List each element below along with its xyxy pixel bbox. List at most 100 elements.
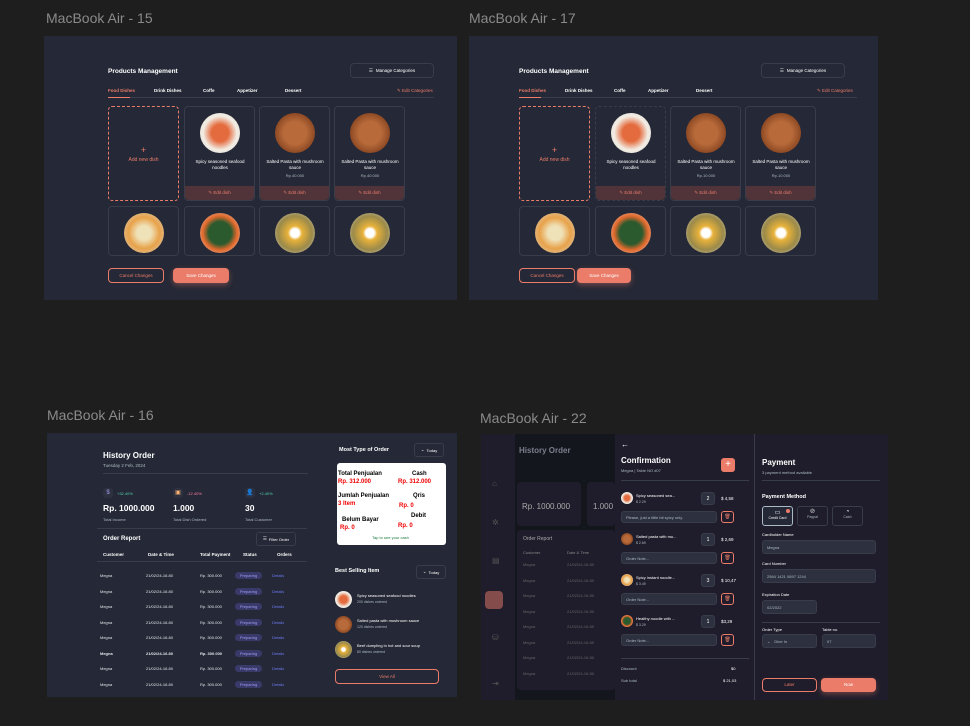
- details-link[interactable]: Details: [272, 604, 284, 609]
- dashboard-icon[interactable]: ▤: [492, 556, 500, 565]
- tab-coffe[interactable]: Coffe: [614, 88, 626, 93]
- tab-dessert[interactable]: Dessert: [285, 88, 302, 93]
- tab-appetizer[interactable]: Appetizer: [237, 88, 258, 93]
- payment-cell: Rp. 300.000: [200, 666, 222, 671]
- bg-stat-value: Rp. 1000.000: [522, 502, 571, 511]
- payment-cell: Rp. 300.000: [200, 588, 222, 594]
- back-arrow-icon[interactable]: ←: [621, 440, 629, 449]
- edit-dish-label: Edit dish: [774, 190, 792, 195]
- tap-hint[interactable]: Tap to see your cash: [372, 535, 409, 540]
- dish-image: [761, 113, 801, 153]
- filter-order-button[interactable]: ☰ Filter Order: [256, 532, 296, 546]
- edit-dish-button[interactable]: ✎ Edit dish: [335, 186, 404, 200]
- details-link[interactable]: Details: [272, 589, 284, 594]
- details-link[interactable]: Details: [272, 666, 284, 671]
- dish-card: [259, 206, 330, 256]
- cardholder-input[interactable]: Megna: [762, 540, 876, 554]
- method-paypal[interactable]: ℗ Paypal: [797, 506, 828, 526]
- tab-drink-dishes[interactable]: Drink Dishes: [565, 88, 593, 93]
- details-link[interactable]: Details: [272, 651, 284, 656]
- trash-icon[interactable]: 🗑: [721, 552, 734, 564]
- trash-icon[interactable]: 🗑: [721, 511, 734, 523]
- order-note-input[interactable]: Order Note...: [621, 552, 717, 564]
- expiration-input[interactable]: 02/2022: [762, 600, 817, 614]
- home-icon[interactable]: ⌂: [492, 479, 497, 488]
- dish-card: [184, 206, 255, 256]
- item-name: Salted pasta with mu...: [636, 534, 677, 539]
- item-qty[interactable]: 1: [701, 533, 715, 546]
- order-note-input[interactable]: Order Note...: [621, 593, 717, 605]
- dish-image: [124, 213, 164, 253]
- later-button[interactable]: Later: [762, 678, 817, 692]
- customer-cell: Megna: [100, 681, 113, 687]
- save-changes-button[interactable]: Save Changes: [173, 268, 229, 283]
- manage-categories-button[interactable]: ☰ Manage Categories: [350, 63, 434, 78]
- order-note-input[interactable]: Please, just a little bit spicy only.: [621, 511, 717, 523]
- edit-dish-button[interactable]: ✎ Edit dish: [260, 186, 329, 200]
- edit-dish-button[interactable]: ✎ Edit dish: [596, 186, 665, 200]
- discount-icon[interactable]: ✲: [492, 518, 499, 527]
- order-type-select[interactable]: ⌄ Dine In: [762, 634, 817, 648]
- dish-price: Rp.40.000: [285, 173, 305, 178]
- order-note-input[interactable]: Order Note...: [621, 634, 717, 646]
- tab-dessert[interactable]: Dessert: [696, 88, 713, 93]
- tab-divider: [519, 97, 857, 98]
- date-cell: 21/02/24-16.80: [146, 666, 173, 671]
- add-item-button[interactable]: +: [721, 458, 735, 472]
- dish-card: [334, 206, 405, 256]
- add-dish-card[interactable]: + Add new dish: [108, 106, 179, 201]
- frame-products-17: Products Management ☰ Manage Categories …: [469, 36, 878, 300]
- edit-categories-link[interactable]: ✎ Edit Categories: [397, 88, 433, 94]
- trash-icon[interactable]: 🗑: [721, 634, 734, 646]
- item-qty[interactable]: 1: [701, 615, 715, 628]
- confirmation-title: Confirmation: [621, 456, 671, 465]
- logout-icon[interactable]: ⇥: [492, 679, 499, 688]
- details-link[interactable]: Details: [272, 573, 284, 578]
- manage-categories-button[interactable]: ☰ Manage Categories: [761, 63, 845, 78]
- item-price: $ 3.29: [636, 623, 646, 627]
- tab-drink-dishes[interactable]: Drink Dishes: [154, 88, 182, 93]
- today-dropdown[interactable]: ⌄ Today: [414, 443, 444, 457]
- date-cell: 21/02/24-16.80: [146, 681, 173, 687]
- divider: [621, 658, 749, 659]
- database-icon[interactable]: ⛁: [492, 633, 499, 642]
- details-link[interactable]: Details: [272, 620, 284, 625]
- bg-date-cell: 21/02/24-16.80: [567, 670, 594, 676]
- cancel-changes-button[interactable]: Cancel Changes: [519, 268, 575, 283]
- table-no-input[interactable]: 07: [822, 634, 876, 648]
- dish-image: [200, 113, 240, 153]
- cancel-changes-button[interactable]: Cancel Changes: [108, 268, 164, 283]
- method-credit-card[interactable]: ▭ Credit Card: [762, 506, 793, 526]
- item-qty[interactable]: 2: [701, 492, 715, 505]
- edit-dish-button[interactable]: ✎ Edit dish: [185, 186, 254, 200]
- dish-image: [621, 574, 633, 586]
- edit-dish-button[interactable]: ✎ Edit dish: [671, 186, 740, 200]
- details-link[interactable]: Details: [272, 635, 284, 640]
- active-nav[interactable]: [485, 591, 503, 609]
- view-all-button[interactable]: View All: [335, 669, 439, 684]
- edit-categories-link[interactable]: ✎ Edit Categories: [817, 88, 853, 94]
- sales-summary-popup: Total Penjualan Rp. 312.000 Cash Rp. 312…: [337, 463, 446, 545]
- add-dish-card[interactable]: + Add new dish: [519, 106, 590, 201]
- save-changes-button[interactable]: Save Changes: [577, 268, 631, 283]
- tab-coffe[interactable]: Coffe: [203, 88, 215, 93]
- subtotal-label: Sub total: [621, 678, 637, 683]
- tab-appetizer[interactable]: Appetizer: [648, 88, 669, 93]
- dish-image: [335, 616, 352, 633]
- sliders-icon: ☰: [779, 67, 784, 73]
- item-qty[interactable]: 3: [701, 574, 715, 587]
- edit-dish-button[interactable]: ✎ Edit dish: [746, 186, 815, 200]
- stat-change: +32.40%: [117, 491, 133, 496]
- bg-customer-cell: Megna: [523, 655, 536, 660]
- details-link[interactable]: Details: [272, 682, 284, 687]
- card-number-input[interactable]: 2564 1421 0897 1244: [762, 569, 876, 583]
- customer-cell: Megna: [100, 666, 113, 671]
- tab-food-dishes[interactable]: Food Dishes: [519, 88, 546, 93]
- now-button[interactable]: Now: [821, 678, 876, 692]
- sidebar: ⌂ ✲ ▤ ⛁ ⇥: [481, 434, 515, 700]
- method-cash[interactable]: ◔ Cash: [832, 506, 863, 526]
- dish-name: Salted Pasta with mushroom sauce: [341, 159, 399, 170]
- trash-icon[interactable]: 🗑: [721, 593, 734, 605]
- today-dropdown-2[interactable]: ⌄ Today: [416, 565, 446, 579]
- tab-food-dishes[interactable]: Food Dishes: [108, 88, 135, 93]
